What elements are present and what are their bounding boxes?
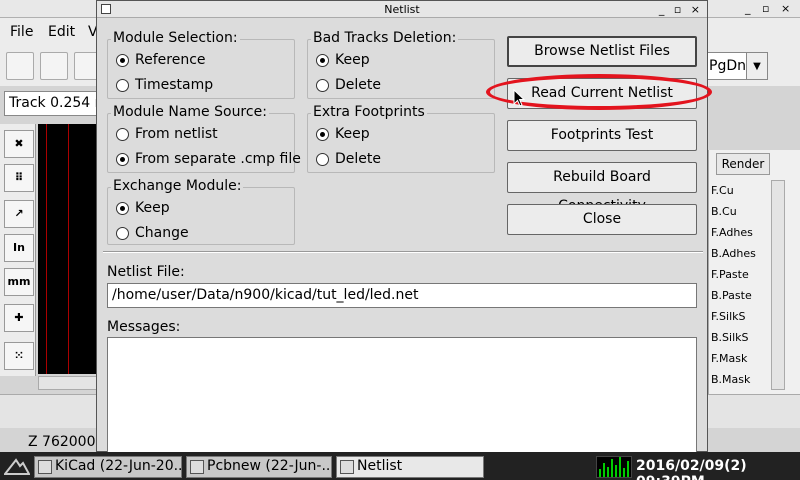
menu-file[interactable]: File [10,24,33,40]
group-title: Module Name Source: [111,104,269,120]
cursor-shape-icon[interactable]: ✚ [4,304,34,332]
messages-textarea[interactable] [107,337,697,453]
rebuild-connectivity-button[interactable]: Rebuild Board Connectivity [507,162,697,214]
layer-item[interactable]: B.Paste [711,285,756,306]
tab-render[interactable]: Render [716,153,770,175]
radio-unselected-icon [116,226,129,240]
netlist-file-input[interactable]: /home/user/Data/n900/kicad/tut_led/led.n… [107,283,697,308]
layer-item[interactable]: B.SilkS [711,327,756,348]
cpu-monitor-graph [596,456,632,478]
layer-list: F.Cu B.Cu F.Adhes B.Adhes F.Paste B.Past… [711,180,756,390]
board-edge-line [68,124,69,374]
pads-sketch-icon[interactable]: ⁙ [4,342,34,370]
radio-unselected-icon [316,152,329,166]
grid-icon[interactable]: ⠿ [4,164,34,192]
radio-extra-delete[interactable]: Delete [316,150,381,168]
radio-label: Keep [335,126,370,142]
radio-selected-icon [116,53,129,67]
radio-label: From separate .cmp file [135,151,301,167]
radio-selected-icon [316,53,329,67]
messages-label: Messages: [107,319,181,335]
radio-from-cmp-file[interactable]: From separate .cmp file [116,150,301,168]
read-netlist-button[interactable]: Read Current Netlist [507,78,697,109]
module-selection-group: Module Selection: Reference Timestamp [107,30,295,99]
menu-edit[interactable]: Edit [48,24,75,40]
exchange-module-group: Exchange Module: Keep Change [107,178,295,245]
start-menu-icon[interactable] [4,456,30,476]
task-pcbnew[interactable]: Pcbnew (22-Jun-... [186,456,332,478]
dialog-title: Netlist [97,1,707,18]
chevron-down-icon[interactable]: ▼ [746,52,768,80]
inch-units-button[interactable]: In [4,234,34,262]
radio-label: Reference [135,52,206,68]
mouse-pointer-icon [513,89,525,107]
board-edge-line [46,124,47,374]
radio-bad-tracks-keep[interactable]: Keep [316,51,370,69]
layer-item[interactable]: F.Cu [711,180,756,201]
radio-unselected-icon [116,127,129,141]
open-board-icon[interactable] [40,52,68,80]
task-label: Netlist [357,458,403,474]
close-button[interactable]: Close [507,204,697,235]
radio-from-netlist[interactable]: From netlist [116,125,218,143]
layer-item[interactable]: F.Mask [711,348,756,369]
layer-item[interactable]: F.SilkS [711,306,756,327]
pcbnew-window-controls[interactable]: _ ▫ × [745,2,794,15]
netlist-app-icon [340,460,354,474]
group-title: Module Selection: [111,30,240,46]
radio-label: Change [135,225,189,241]
radio-label: Timestamp [135,77,214,93]
taskbar-clock: 2016/02/09(2) 09:39PM [636,458,747,480]
kicad-app-icon [38,460,52,474]
mm-units-button[interactable]: mm [4,268,34,296]
bad-tracks-group: Bad Tracks Deletion: Keep Delete [307,30,495,99]
radio-reference[interactable]: Reference [116,51,206,69]
radio-exchange-keep[interactable]: Keep [116,199,170,217]
module-name-source-group: Module Name Source: From netlist From se… [107,104,301,173]
layers-vscrollbar[interactable] [771,180,785,390]
browse-netlist-button[interactable]: Browse Netlist Files [507,36,697,67]
window-menu-icon[interactable] [101,4,111,14]
layer-item[interactable]: F.Adhes [711,222,756,243]
radio-exchange-change[interactable]: Change [116,224,189,242]
netlist-file-label: Netlist File: [107,264,185,280]
left-toolbar: ✖ ⠿ ↗ In mm ✚ ⁙ [0,124,36,376]
extra-footprints-group: Extra Footprints Keep Delete [307,104,495,173]
divider [103,251,703,253]
zoom-status: Z 762000 [28,434,96,450]
track-width-select[interactable]: Track 0.254 m [4,91,100,116]
task-label: Pcbnew (22-Jun-... [207,458,332,474]
radio-label: Keep [335,52,370,68]
group-title: Exchange Module: [111,178,244,194]
radio-unselected-icon [116,78,129,92]
task-kicad[interactable]: KiCad (22-Jun-20... [34,456,182,478]
layer-item[interactable]: B.Cu [711,201,756,222]
radio-bad-tracks-delete[interactable]: Delete [316,76,381,94]
layer-item[interactable]: B.Adhes [711,243,756,264]
radio-selected-icon [116,152,129,166]
canvas-hscrollbar[interactable] [38,376,98,390]
pcbnew-app-icon [190,460,204,474]
task-netlist[interactable]: Netlist [336,456,484,478]
group-title: Bad Tracks Deletion: [311,30,459,46]
footprints-test-button[interactable]: Footprints Test [507,120,697,151]
dialog-window-controls[interactable]: _ ▫ × [659,1,703,18]
radio-timestamp[interactable]: Timestamp [116,76,213,94]
radio-label: Keep [135,200,170,216]
radio-label: Delete [335,77,381,93]
radio-selected-icon [316,127,329,141]
drc-icon[interactable]: ✖ [4,130,34,158]
layer-item[interactable]: F.Paste [711,264,756,285]
new-board-icon[interactable] [6,52,34,80]
radio-extra-keep[interactable]: Keep [316,125,370,143]
task-label: KiCad (22-Jun-20... [55,458,182,474]
radio-label: From netlist [135,126,218,142]
layer-item[interactable]: B.Mask [711,369,756,390]
polar-coords-icon[interactable]: ↗ [4,200,34,228]
radio-unselected-icon [316,78,329,92]
radio-selected-icon [116,201,129,215]
group-title: Extra Footprints [311,104,427,120]
netlist-dialog: Netlist _ ▫ × Module Selection: Referenc… [96,0,708,453]
radio-label: Delete [335,151,381,167]
